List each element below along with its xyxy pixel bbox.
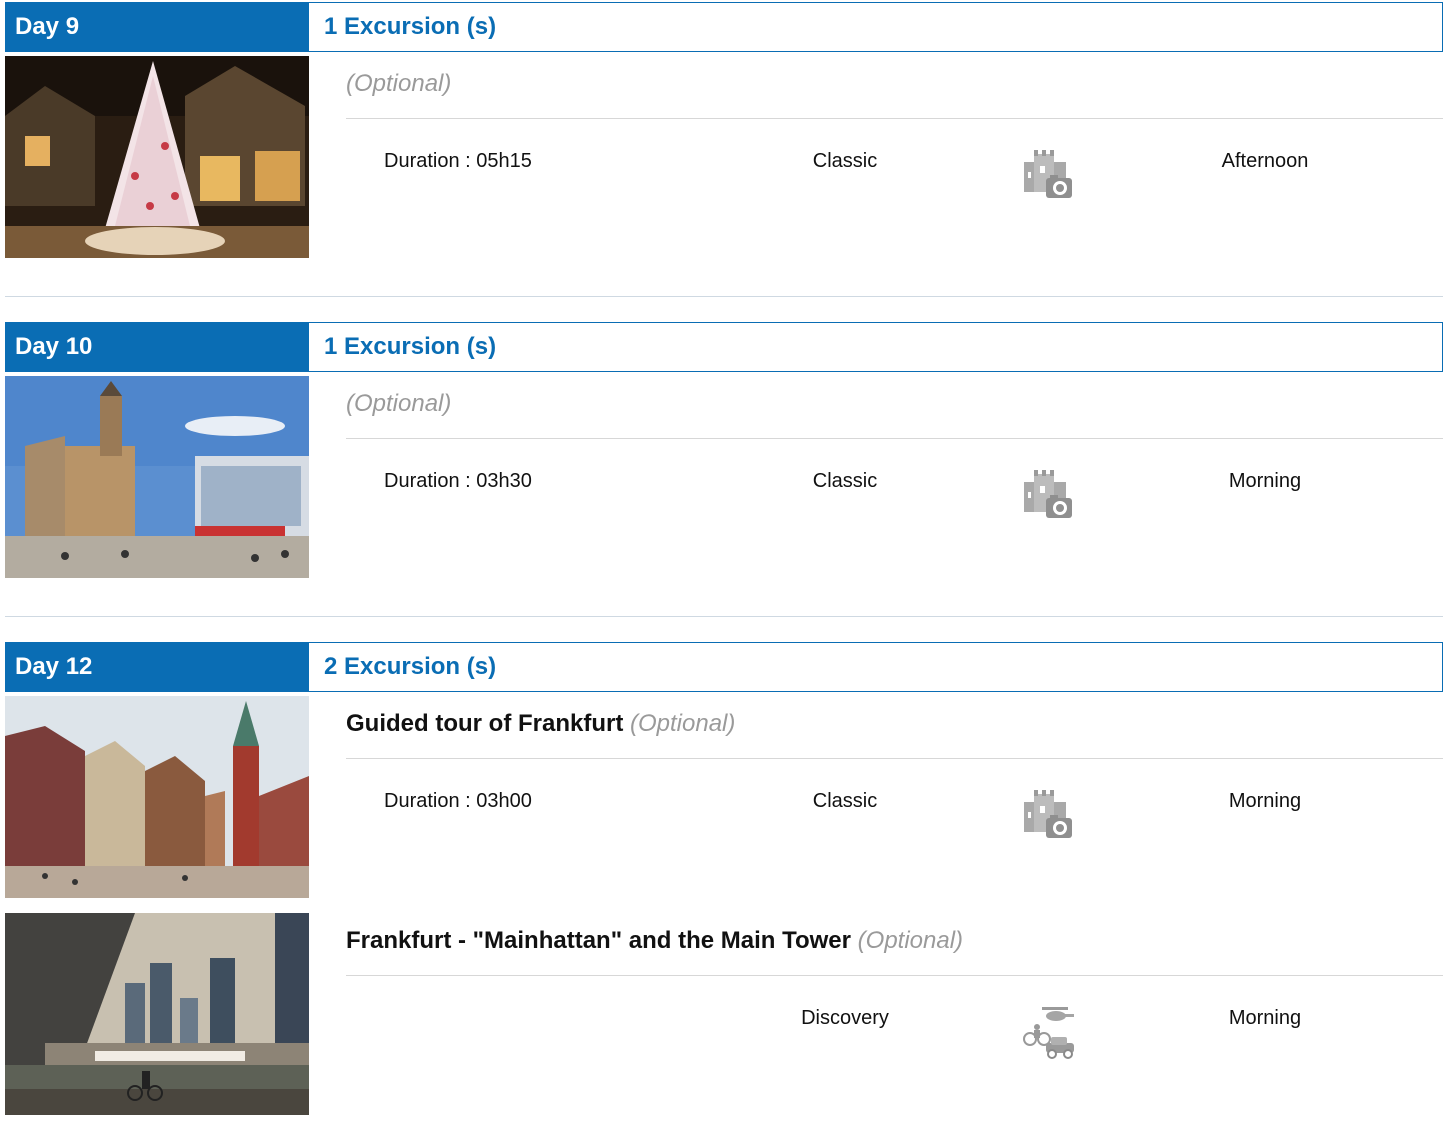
day-label: Day 9: [5, 2, 309, 52]
excursion-name[interactable]: Guided tour of Frankfurt: [346, 710, 623, 737]
excursion-name[interactable]: Frankfurt - "Mainhattan" and the Main To…: [346, 927, 851, 954]
category: Classic: [812, 790, 878, 812]
day-header: Day 10 1 Excursion (s): [5, 322, 1443, 372]
time-of-day: Afternoon: [1221, 150, 1309, 172]
excursion-photo[interactable]: [5, 696, 309, 898]
excursion-title: Frankfurt - "Mainhattan" and the Main To…: [346, 927, 963, 955]
excursion-title: (Optional): [346, 70, 451, 98]
excursion-photo[interactable]: [5, 913, 309, 1115]
transport-activity-icon: [1020, 1005, 1076, 1061]
duration: Duration : 03h00: [384, 790, 532, 812]
excursion-count: 1 Excursion (s): [309, 2, 1443, 52]
duration: Duration : 05h15: [384, 150, 532, 172]
excursion-item[interactable]: Frankfurt - "Mainhattan" and the Main To…: [5, 913, 1443, 1116]
divider: [346, 758, 1443, 759]
castle-photo-icon: [1020, 468, 1076, 524]
day-separator: [5, 616, 1443, 617]
excursion-item[interactable]: (Optional) Duration : 03h30 Classic Morn…: [5, 376, 1443, 579]
excursion-title: Guided tour of Frankfurt (Optional): [346, 710, 735, 738]
optional-label: (Optional): [346, 390, 452, 417]
excursion-title: (Optional): [346, 390, 451, 418]
duration: Duration : 03h30: [384, 470, 532, 492]
optional-label: (Optional): [857, 927, 964, 954]
time-of-day: Morning: [1228, 1007, 1302, 1029]
excursion-item[interactable]: Guided tour of Frankfurt (Optional) Dura…: [5, 696, 1443, 899]
excursion-item[interactable]: (Optional) Duration : 05h15 Classic Afte…: [5, 56, 1443, 259]
excursion-photo[interactable]: [5, 376, 309, 578]
day-section: Day 10 1 Excursion (s) (Optional) Durati…: [5, 322, 1443, 579]
excursion-photo[interactable]: [5, 56, 309, 258]
category: Classic: [812, 150, 878, 172]
category: Classic: [812, 470, 878, 492]
category: Discovery: [801, 1007, 889, 1029]
castle-photo-icon: [1020, 788, 1076, 844]
time-of-day: Morning: [1228, 790, 1302, 812]
divider: [346, 118, 1443, 119]
excursion-count: 1 Excursion (s): [309, 322, 1443, 372]
day-label: Day 10: [5, 322, 309, 372]
day-separator: [5, 296, 1443, 297]
day-label: Day 12: [5, 642, 309, 692]
day-header: Day 12 2 Excursion (s): [5, 642, 1443, 692]
day-section: Day 12 2 Excursion (s) Guided tour of Fr…: [5, 642, 1443, 1116]
day-section: Day 9 1 Excursion (s) (Optional) Duratio…: [5, 2, 1443, 259]
excursion-count: 2 Excursion (s): [309, 642, 1443, 692]
optional-label: (Optional): [346, 70, 452, 97]
castle-photo-icon: [1020, 148, 1076, 204]
divider: [346, 975, 1443, 976]
day-header: Day 9 1 Excursion (s): [5, 2, 1443, 52]
time-of-day: Morning: [1228, 470, 1302, 492]
divider: [346, 438, 1443, 439]
optional-label: (Optional): [629, 710, 736, 737]
